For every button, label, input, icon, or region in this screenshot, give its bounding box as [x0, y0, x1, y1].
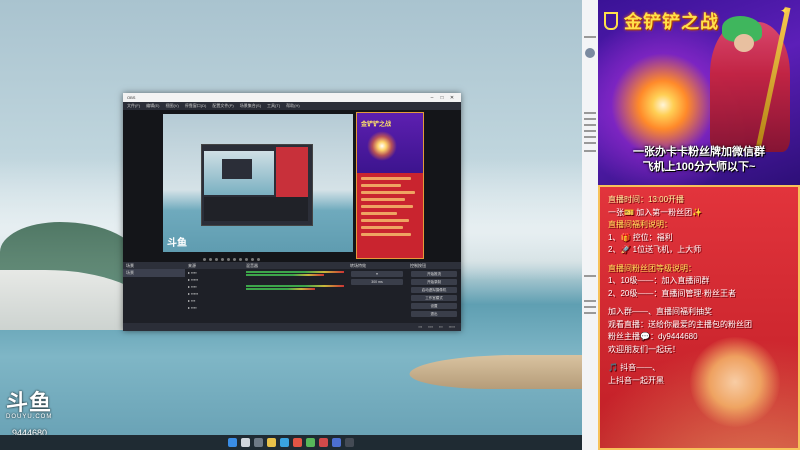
search-icon[interactable]	[241, 438, 250, 447]
preview-overlay-panel: 金铲铲之战	[356, 112, 424, 259]
side-strip	[582, 0, 598, 450]
obs-icon[interactable]	[345, 438, 354, 447]
douyu-site: DOUYU.COM	[6, 414, 53, 420]
mixer-dock: 混音器	[243, 262, 348, 323]
menu-docks[interactable]: 停靠窗口(D)	[185, 103, 207, 109]
info-line: 🎵 抖音——、	[608, 363, 661, 372]
douyu-logo: 斗鱼	[6, 390, 53, 415]
brand-logo: 金铲铲之战	[604, 8, 719, 34]
start-streaming-button[interactable]: 开始推流	[411, 271, 457, 277]
info-line: 1、🎁 控位：福利	[608, 232, 673, 242]
obs-statusbar: ▪▪▪ ▪▪▪▪ ▪▪▪ ▪▪▪▪▪	[123, 323, 461, 331]
obs-titlebar[interactable]: OBS – □ ✕	[123, 93, 461, 102]
menu-file[interactable]: 文件(F)	[127, 103, 140, 109]
app-icon[interactable]	[319, 438, 328, 447]
info-line: 观看直播：送给你最爱的主播包的粉丝团	[608, 319, 752, 329]
info-line: 直播时间：13:00开播	[608, 195, 685, 204]
source-item[interactable]: ▸ ▪▪▪▪▪	[185, 290, 243, 297]
taskbar	[0, 435, 582, 450]
menu-view[interactable]: 视图(V)	[165, 103, 178, 109]
avatar	[585, 48, 595, 58]
hero-illustration	[710, 7, 791, 155]
settings-button[interactable]: 设置	[411, 303, 457, 309]
obs-menubar: 文件(F) 编辑(E) 视图(V) 停靠窗口(D) 配置文件(P) 场景集合(S…	[123, 102, 461, 110]
transitions-dock: 转场特效 ▾ 300 ms	[347, 262, 408, 323]
transition-select[interactable]: ▾	[351, 271, 403, 277]
info-line: 2、🚀 1位送飞机，上大师	[608, 245, 702, 254]
preview-scene: 斗鱼	[163, 114, 353, 252]
start-icon[interactable]	[228, 438, 237, 447]
exit-button[interactable]: 退出	[411, 311, 457, 317]
menu-scene-collection[interactable]: 场景集合(S)	[240, 103, 261, 109]
info-line: 上抖音一起开黑	[608, 375, 664, 385]
source-item[interactable]: ▸ ▪▪▪▪	[185, 304, 243, 311]
room-id: 9444680	[12, 428, 48, 435]
minimize-icon[interactable]: –	[427, 95, 437, 101]
info-line: 加入群——、直播间福利抽奖	[608, 307, 712, 316]
source-item[interactable]: ▸ ▪▪▪▪	[185, 283, 243, 290]
obs-title-text: OBS	[127, 95, 136, 100]
menu-edit[interactable]: 编辑(E)	[146, 103, 159, 109]
info-line: 直播间福利说明：	[608, 220, 672, 229]
desktop-wallpaper: 斗鱼 DOUYU.COM 9444680 OBS – □ ✕ 文件(F) 编辑(…	[0, 0, 582, 435]
sources-dock: 来源 ▸ ▪▪▪▪ ▸ ▪▪▪▪▪ ▸ ▪▪▪▪ ▸ ▪▪▪▪▪ ▸ ▪▪▪ ▸…	[185, 262, 244, 323]
source-item[interactable]: ▸ ▪▪▪▪▪	[185, 276, 243, 283]
controls-dock: 控制按钮 开始推流 开始录制 启动虚拟摄像机 工作室模式 设置 退出	[407, 262, 461, 323]
nested-obs-preview	[201, 144, 313, 226]
obs-preview[interactable]: 斗鱼 金铲铲之战	[123, 110, 461, 262]
menu-help[interactable]: 帮助(H)	[286, 103, 300, 109]
obs-window[interactable]: OBS – □ ✕ 文件(F) 编辑(E) 视图(V) 停靠窗口(D) 配置文件…	[123, 93, 461, 331]
slogan-line-2: 飞机上100分大师以下~	[642, 161, 756, 173]
info-line: 1、10级——：加入直播间群	[608, 276, 710, 285]
chrome-icon[interactable]	[293, 438, 302, 447]
info-line: 一张🎫 加入第一粉丝团✨	[608, 207, 703, 217]
info-line: 欢迎朋友们一起玩！	[608, 344, 680, 354]
overlay-banner: 金铲铲之战 ✦ 一张办卡卡粉丝牌加微信群 飞机上100分大师以下~	[598, 0, 800, 185]
menu-tools[interactable]: 工具(T)	[267, 103, 280, 109]
info-line: 粉丝主播💬：dy9444680	[608, 332, 698, 341]
studio-mode-button[interactable]: 工作室模式	[411, 295, 457, 301]
maximize-icon[interactable]: □	[437, 95, 447, 101]
start-recording-button[interactable]: 开始录制	[411, 279, 457, 285]
scene-item[interactable]: 场景	[123, 269, 185, 277]
wechat-icon[interactable]	[306, 438, 315, 447]
douyu-watermark: 斗鱼 DOUYU.COM	[6, 390, 53, 421]
info-line: 2、20级——：直播间管理·粉丝王者	[608, 288, 737, 298]
obs-docks: 场景 场景 来源 ▸ ▪▪▪▪ ▸ ▪▪▪▪▪ ▸ ▪▪▪▪ ▸ ▪▪▪▪▪ ▸…	[123, 262, 461, 323]
app-icon[interactable]	[332, 438, 341, 447]
stream-overlay: 金铲铲之战 ✦ 一张办卡卡粉丝牌加微信群 飞机上100分大师以下~ 直播时间：1…	[598, 0, 800, 450]
edge-icon[interactable]	[280, 438, 289, 447]
virtual-camera-button[interactable]: 启动虚拟摄像机	[411, 287, 457, 293]
info-lines: 直播时间：13:00开播一张🎫 加入第一粉丝团✨ 直播间福利说明： 1、🎁 控位：福…	[608, 194, 798, 387]
file-explorer-icon[interactable]	[267, 438, 276, 447]
task-view-icon[interactable]	[254, 438, 263, 447]
mixer-channel[interactable]	[246, 271, 344, 283]
menu-profile[interactable]: 配置文件(P)	[212, 103, 233, 109]
overlay-slogan: 一张办卡卡粉丝牌加微信群 飞机上100分大师以下~	[598, 145, 800, 175]
brand-title: 金铲铲之战	[624, 12, 719, 32]
overlay-info-card: 直播时间：13:00开播一张🎫 加入第一粉丝团✨ 直播间福利说明： 1、🎁 控位：福…	[598, 185, 800, 450]
transition-duration[interactable]: 300 ms	[351, 279, 403, 285]
source-item[interactable]: ▸ ▪▪▪▪	[185, 269, 243, 276]
preview-douyu-logo: 斗鱼	[167, 238, 187, 249]
preview-toolbar	[203, 258, 260, 261]
mixer-channel[interactable]	[246, 285, 344, 297]
source-item[interactable]: ▸ ▪▪▪	[185, 297, 243, 304]
wallpaper-sandbar	[406, 355, 582, 389]
info-line: 直播间粉丝团等级说明：	[608, 263, 696, 273]
slogan-line-1: 一张办卡卡粉丝牌加微信群	[633, 146, 765, 158]
scenes-dock: 场景 场景	[123, 262, 186, 323]
close-icon[interactable]: ✕	[447, 95, 457, 101]
